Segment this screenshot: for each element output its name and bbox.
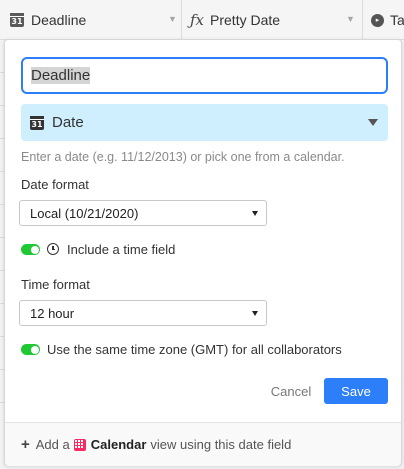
column-divider <box>362 0 363 40</box>
footer-prefix: Add a <box>35 437 70 452</box>
formula-icon: ƒx <box>190 11 205 29</box>
time-format-value: 12 hour <box>30 305 75 321</box>
time-format-label: Time format <box>21 277 90 292</box>
footer-suffix: view using this date field <box>150 437 292 452</box>
date-format-label: Date format <box>21 177 89 192</box>
time-format-select[interactable]: 12 hour <box>19 300 267 326</box>
calendar-icon: 31 <box>30 115 44 130</box>
chevron-down-icon[interactable]: ▼ <box>168 14 177 24</box>
field-type-label: Date <box>52 114 84 131</box>
tag-icon: ▸ <box>371 13 384 27</box>
calendar-view-icon <box>73 438 86 451</box>
field-name-input[interactable] <box>21 57 388 94</box>
column-name: Deadline <box>31 12 87 28</box>
chevron-down-icon[interactable]: ▼ <box>346 14 355 24</box>
plus-icon: + <box>21 436 30 453</box>
column-header-pretty-date[interactable]: ƒx Pretty Date <box>190 0 280 40</box>
cancel-button[interactable]: Cancel <box>261 378 321 404</box>
include-time-toggle[interactable] <box>21 244 40 255</box>
toggle-knob <box>30 345 39 354</box>
date-format-select[interactable]: Local (10/21/2020) <box>19 200 267 226</box>
include-time-label: Include a time field <box>67 242 176 257</box>
date-format-value: Local (10/21/2020) <box>30 205 139 221</box>
clock-icon <box>47 243 59 255</box>
column-header-deadline[interactable]: 31 Deadline <box>10 0 86 40</box>
save-button[interactable]: Save <box>324 378 388 404</box>
column-divider <box>181 0 182 40</box>
field-type-select[interactable]: 31 Date <box>21 104 388 141</box>
field-help-text: Enter a date (e.g. 11/12/2013) or pick o… <box>21 150 345 164</box>
chevron-down-icon <box>368 119 378 126</box>
chevron-down-icon <box>252 211 258 216</box>
same-timezone-toggle[interactable] <box>21 344 40 355</box>
column-name: Ta <box>390 12 404 28</box>
footer-view-name: Calendar <box>90 437 147 452</box>
toggle-knob <box>30 245 39 254</box>
column-name: Pretty Date <box>210 12 281 28</box>
chevron-down-icon <box>252 311 258 316</box>
grid-header: 31 Deadline ▼ ƒx Pretty Date ▼ ▸ Ta <box>0 0 404 40</box>
column-header-tag[interactable]: ▸ Ta <box>371 0 404 40</box>
same-timezone-label: Use the same time zone (GMT) for all col… <box>47 342 342 357</box>
field-config-panel: 31 Date Enter a date (e.g. 11/12/2013) o… <box>4 39 402 466</box>
calendar-icon: 31 <box>10 13 24 27</box>
add-calendar-view-link[interactable]: + Add a Calendar view using this date fi… <box>5 422 401 466</box>
